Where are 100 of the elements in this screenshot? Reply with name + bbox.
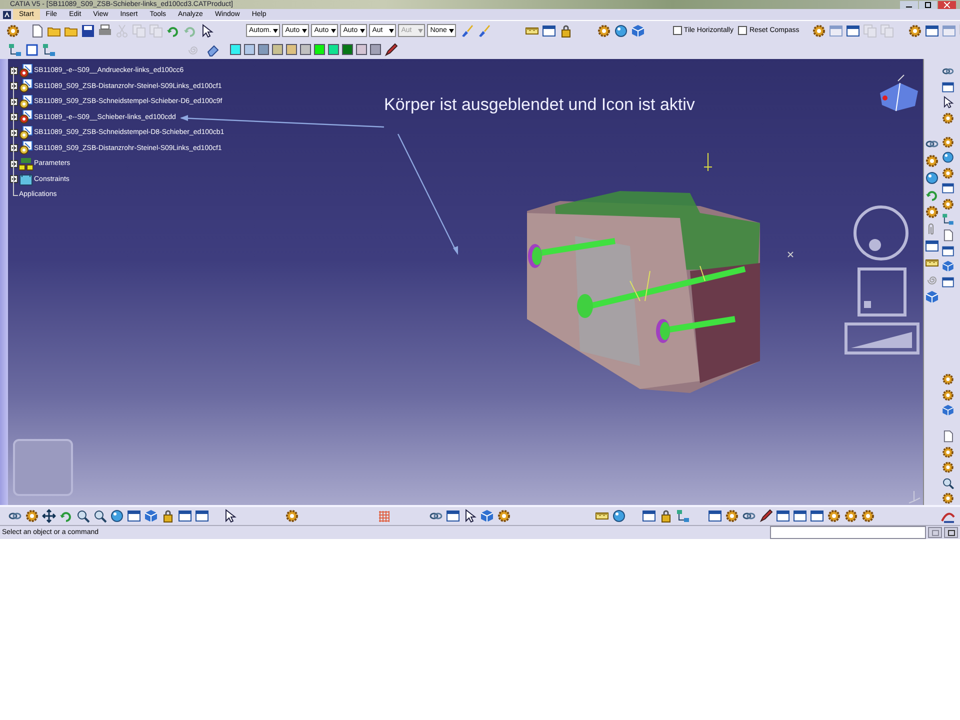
product-gear-icon[interactable] [19, 94, 33, 109]
gear-icon[interactable] [596, 24, 611, 38]
square-icon[interactable] [25, 42, 39, 56]
cube-icon[interactable] [941, 404, 955, 417]
gear-icon[interactable] [941, 492, 955, 505]
sphere-icon[interactable] [612, 509, 626, 523]
brush-icon[interactable] [476, 24, 491, 38]
gear-icon[interactable] [941, 446, 955, 458]
sphere-icon[interactable] [614, 24, 628, 38]
sphere-icon[interactable] [110, 509, 124, 523]
3d-viewport[interactable] [8, 59, 923, 505]
padlock-icon[interactable] [161, 509, 175, 523]
maximize-button[interactable] [919, 0, 937, 8]
small-button[interactable] [944, 527, 958, 538]
window-icon[interactable] [846, 24, 860, 38]
printer-icon[interactable] [98, 24, 112, 38]
color-swatch[interactable] [300, 44, 311, 55]
eraser-icon[interactable] [206, 42, 220, 56]
cube-icon[interactable] [144, 509, 158, 523]
window-icon[interactable] [446, 509, 460, 523]
gear-icon[interactable] [925, 154, 939, 168]
gear-icon[interactable] [725, 509, 739, 523]
window-icon[interactable] [941, 244, 955, 258]
color-swatch[interactable] [244, 44, 255, 55]
tree-icon[interactable] [8, 42, 22, 56]
padlock-icon[interactable] [558, 24, 573, 38]
minimize-button[interactable] [900, 0, 918, 8]
color-swatch[interactable] [286, 44, 297, 55]
pointer-icon[interactable] [200, 24, 214, 38]
document-icon[interactable] [941, 430, 955, 443]
grid-icon[interactable] [377, 509, 391, 523]
gear-icon[interactable] [941, 461, 955, 474]
magnifier-icon[interactable] [941, 476, 955, 490]
product-gear-icon[interactable] [19, 110, 33, 124]
window-icon[interactable] [542, 24, 556, 38]
cube-icon[interactable] [630, 24, 645, 38]
gear-icon[interactable] [941, 198, 955, 210]
compass-drawing[interactable] [880, 74, 918, 112]
color-swatch[interactable] [272, 44, 283, 55]
color-swatch[interactable] [342, 44, 353, 55]
gear-icon[interactable] [941, 388, 955, 402]
pointer-icon[interactable] [941, 96, 955, 109]
window-icon[interactable] [708, 509, 722, 523]
gear-icon[interactable] [925, 205, 939, 219]
gear-icon[interactable] [812, 24, 826, 38]
document-icon[interactable] [941, 229, 955, 242]
constraints-icon[interactable] [19, 172, 33, 186]
gear-icon[interactable] [827, 509, 841, 523]
window-icon[interactable] [178, 509, 192, 523]
window-icon[interactable] [810, 509, 824, 523]
color-swatch[interactable] [328, 44, 339, 55]
sphere-icon[interactable] [925, 171, 939, 185]
logo-icon[interactable] [3, 10, 11, 18]
gear-icon[interactable] [497, 509, 511, 523]
window-icon[interactable] [127, 509, 141, 523]
window-icon[interactable] [941, 80, 955, 94]
pointer-icon[interactable] [463, 509, 477, 523]
pointer-icon[interactable] [223, 509, 237, 523]
cube-icon[interactable] [941, 260, 955, 273]
window-icon[interactable] [925, 24, 940, 38]
gear-icon[interactable] [941, 166, 955, 180]
color-swatch[interactable] [370, 44, 381, 55]
cube-icon[interactable] [480, 509, 494, 523]
gear-icon[interactable] [25, 509, 39, 523]
window-icon[interactable] [941, 276, 955, 288]
gear-icon[interactable] [941, 136, 955, 148]
magnifier-icon[interactable] [76, 509, 90, 523]
product-gear-icon[interactable] [19, 64, 33, 78]
parameters-icon[interactable] [19, 156, 33, 171]
square-pad-control[interactable] [858, 268, 906, 316]
cube-icon[interactable] [925, 290, 939, 304]
gear-icon[interactable] [861, 509, 875, 523]
product-gear-icon[interactable] [19, 141, 33, 156]
color-swatch[interactable] [314, 44, 325, 55]
window-icon[interactable] [941, 182, 955, 195]
window-icon[interactable] [195, 509, 209, 523]
padlock-icon[interactable] [659, 509, 673, 523]
product-gear-icon[interactable] [19, 126, 33, 140]
gear-icon[interactable] [941, 373, 955, 386]
tree-icon[interactable] [42, 42, 56, 56]
gear-icon[interactable] [844, 509, 858, 523]
window-icon[interactable] [642, 509, 656, 523]
color-swatch[interactable] [258, 44, 269, 55]
checkbox-box[interactable] [672, 26, 682, 35]
gear-icon[interactable] [285, 509, 299, 523]
window-icon[interactable] [925, 239, 939, 253]
round-pad-control[interactable] [854, 206, 908, 260]
window-icon[interactable] [776, 509, 790, 523]
document-icon[interactable] [30, 24, 44, 38]
product-gear-icon[interactable] [19, 79, 33, 94]
pencil-icon[interactable] [384, 42, 398, 56]
color-swatch[interactable] [230, 44, 241, 55]
cross-arrows-icon[interactable] [42, 509, 56, 523]
command-input-field[interactable] [770, 526, 926, 539]
slider-pad-control[interactable] [844, 322, 920, 354]
close-button[interactable] [938, 0, 956, 8]
sphere-icon[interactable] [941, 151, 955, 164]
window-icon[interactable] [793, 509, 807, 523]
tree-icon[interactable] [941, 213, 955, 226]
tree-icon[interactable] [676, 509, 690, 523]
